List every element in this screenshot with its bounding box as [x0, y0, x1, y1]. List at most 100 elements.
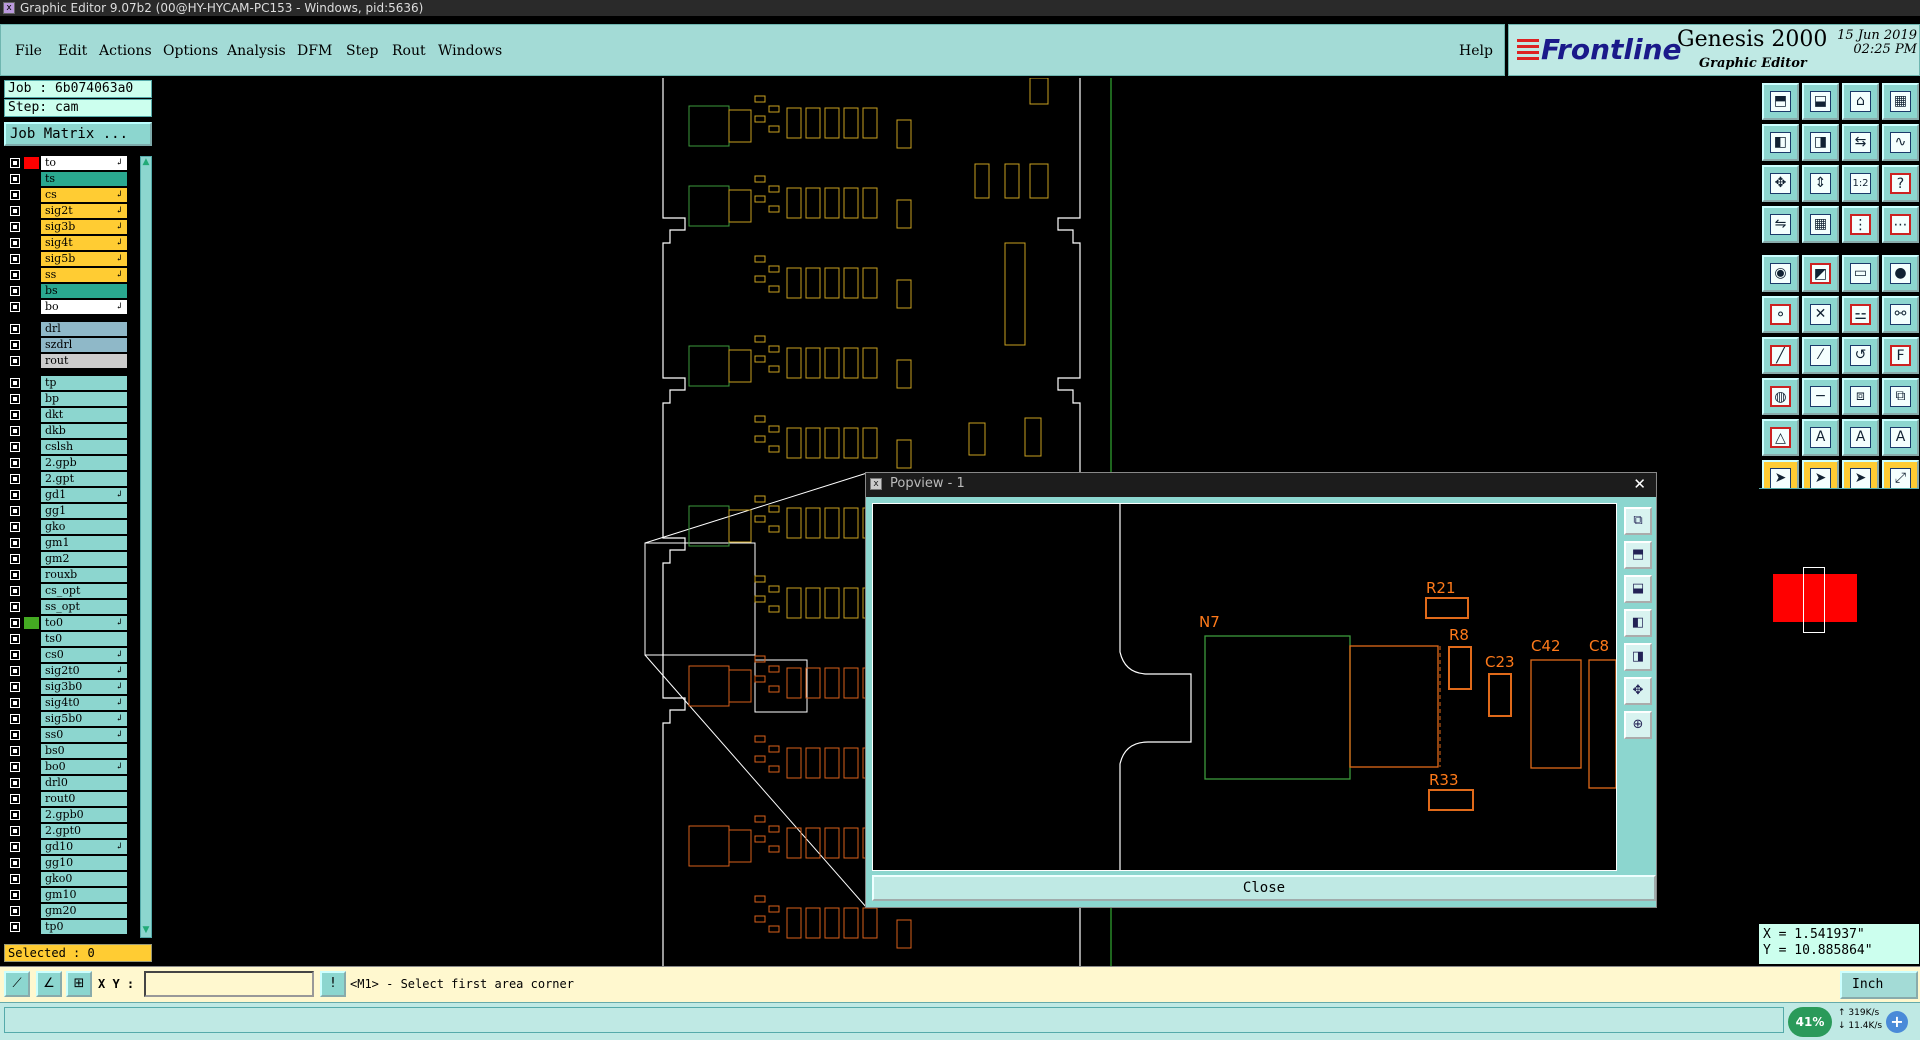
layer-row[interactable]: 2.gpt0 — [4, 824, 138, 838]
down-tool-button[interactable]: ⬓ — [1802, 83, 1839, 120]
layer-row[interactable]: sig4t ↲ — [4, 236, 138, 250]
layer-row[interactable]: sig3b0 ↲ — [4, 680, 138, 694]
angle-icon[interactable]: ∠ — [36, 971, 62, 997]
layer-checkbox[interactable] — [10, 190, 20, 200]
menu-edit[interactable]: Edit — [58, 43, 87, 59]
layer-row[interactable]: gko — [4, 520, 138, 534]
layer-name[interactable]: gko — [41, 520, 127, 534]
layer-checkbox[interactable] — [10, 474, 20, 484]
layer-row[interactable]: sig5b0 ↲ — [4, 712, 138, 726]
pop-right-icon[interactable]: ◨ — [1624, 643, 1652, 671]
plus-icon[interactable]: + — [1886, 1011, 1908, 1033]
layer-checkbox[interactable] — [10, 906, 20, 916]
layer-row[interactable]: gg1 — [4, 504, 138, 518]
layer-checkbox[interactable] — [10, 270, 20, 280]
layer-checkbox[interactable] — [10, 570, 20, 580]
layer-checkbox[interactable] — [10, 426, 20, 436]
layer-name[interactable]: gm10 — [41, 888, 127, 902]
layer-checkbox[interactable] — [10, 254, 20, 264]
layer-checkbox[interactable] — [10, 340, 20, 350]
layer-checkbox[interactable] — [10, 730, 20, 740]
layer-row[interactable]: ts0 — [4, 632, 138, 646]
up-tool-button[interactable]: ⬒ — [1762, 83, 1799, 120]
snap-icon[interactable]: ⟋ — [4, 971, 30, 997]
ruler-tool-button[interactable]: ▭ — [1842, 255, 1879, 292]
swap-tool-button[interactable]: ⇆ — [1842, 124, 1879, 161]
menu-options[interactable]: Options — [163, 43, 218, 59]
layer-checkbox[interactable] — [10, 746, 20, 756]
layer-row[interactable]: dkb — [4, 424, 138, 438]
layer-row[interactable]: sig5b ↲ — [4, 252, 138, 266]
help-tool-button[interactable]: ? — [1882, 165, 1919, 202]
pop-zoom-icon[interactable]: ⧉ — [1624, 507, 1652, 535]
layer-name[interactable]: to0 ↲ — [41, 616, 127, 630]
layer-name[interactable]: cs0 ↲ — [41, 648, 127, 662]
fit-tool-button[interactable]: ✥ — [1762, 165, 1799, 202]
pop-left-icon[interactable]: ◧ — [1624, 609, 1652, 637]
measure-tool-button[interactable]: ◩ — [1802, 255, 1839, 292]
layer-row[interactable]: bo0 ↲ — [4, 760, 138, 774]
layer-name[interactable]: gd1 ↲ — [41, 488, 127, 502]
connect-tool-button[interactable]: ⚍ — [1842, 296, 1879, 333]
layer-name[interactable]: bs0 — [41, 744, 127, 758]
layer-row[interactable]: 2.gpb — [4, 456, 138, 470]
job-matrix-button[interactable]: Job Matrix ... — [4, 122, 152, 146]
layer-checkbox[interactable] — [10, 858, 20, 868]
layer-row[interactable]: tp0 — [4, 920, 138, 934]
layer-name[interactable]: sig5b ↲ — [41, 252, 127, 266]
layer-checkbox[interactable] — [10, 602, 20, 612]
font-tool-button[interactable]: F — [1882, 337, 1919, 374]
line-tool-button[interactable]: ╱ — [1762, 337, 1799, 374]
layer-checkbox[interactable] — [10, 206, 20, 216]
layer-row[interactable]: gd10 ↲ — [4, 840, 138, 854]
layer-name[interactable]: cs ↲ — [41, 188, 127, 202]
layer-name[interactable]: gko0 — [41, 872, 127, 886]
route-tool-button[interactable]: ⧉ — [1882, 378, 1919, 415]
link-tool-button[interactable]: ⚯ — [1882, 296, 1919, 333]
layer-name[interactable]: ts — [41, 172, 127, 186]
layer-row[interactable]: to0 ↲ — [4, 616, 138, 630]
diag-tool-button[interactable]: ⁄ — [1802, 337, 1839, 374]
layer-checkbox[interactable] — [10, 874, 20, 884]
grid-tool-button[interactable]: ▦ — [1802, 206, 1839, 243]
layer-row[interactable]: bp — [4, 392, 138, 406]
layer-name[interactable]: ss0 ↲ — [41, 728, 127, 742]
layer-row[interactable]: gm10 — [4, 888, 138, 902]
layer-name[interactable]: 2.gpt — [41, 472, 127, 486]
layer-row[interactable]: szdrl — [4, 338, 138, 352]
layer-name[interactable]: sig2t0 ↲ — [41, 664, 127, 678]
layer-checkbox[interactable] — [10, 302, 20, 312]
network-gauge[interactable]: 41% — [1788, 1007, 1832, 1037]
tree-tool-button[interactable]: ⋮ — [1842, 206, 1879, 243]
pad-tool-button[interactable]: ◍ — [1762, 378, 1799, 415]
layer-checkbox[interactable] — [10, 554, 20, 564]
layer-row[interactable]: gm1 — [4, 536, 138, 550]
layer-checkbox[interactable] — [10, 682, 20, 692]
layer-row[interactable]: 2.gpt — [4, 472, 138, 486]
layer-checkbox[interactable] — [10, 586, 20, 596]
layer-name[interactable]: 2.gpb0 — [41, 808, 127, 822]
layer-name[interactable]: gm2 — [41, 552, 127, 566]
menu-help[interactable]: Help — [1459, 43, 1493, 59]
layer-name[interactable]: tp — [41, 376, 127, 390]
layer-name[interactable]: sig3b ↲ — [41, 220, 127, 234]
zoom-fit-tool-button[interactable]: ⇕ — [1802, 165, 1839, 202]
layer-row[interactable]: gm20 — [4, 904, 138, 918]
layer-checkbox[interactable] — [10, 810, 20, 820]
right-tool-button[interactable]: ◨ — [1802, 124, 1839, 161]
layer-checkbox[interactable] — [10, 286, 20, 296]
layer-name[interactable]: bs — [41, 284, 127, 298]
layer-row[interactable]: bs0 — [4, 744, 138, 758]
letter-a2-tool-button[interactable]: A — [1842, 419, 1879, 456]
layer-row[interactable]: gm2 — [4, 552, 138, 566]
layer-name[interactable]: 2.gpt0 — [41, 824, 127, 838]
layer-row[interactable]: sig2t0 ↲ — [4, 664, 138, 678]
scale-tool-button[interactable]: 1:2 — [1842, 165, 1879, 202]
layer-checkbox[interactable] — [10, 762, 20, 772]
layer-checkbox[interactable] — [10, 890, 20, 900]
layout-tool-button[interactable]: ▦ — [1882, 83, 1919, 120]
layer-row[interactable]: sig4t0 ↲ — [4, 696, 138, 710]
circle-tool-button[interactable]: ● — [1882, 255, 1919, 292]
layer-name[interactable]: dkt — [41, 408, 127, 422]
left-tool-button[interactable]: ◧ — [1762, 124, 1799, 161]
